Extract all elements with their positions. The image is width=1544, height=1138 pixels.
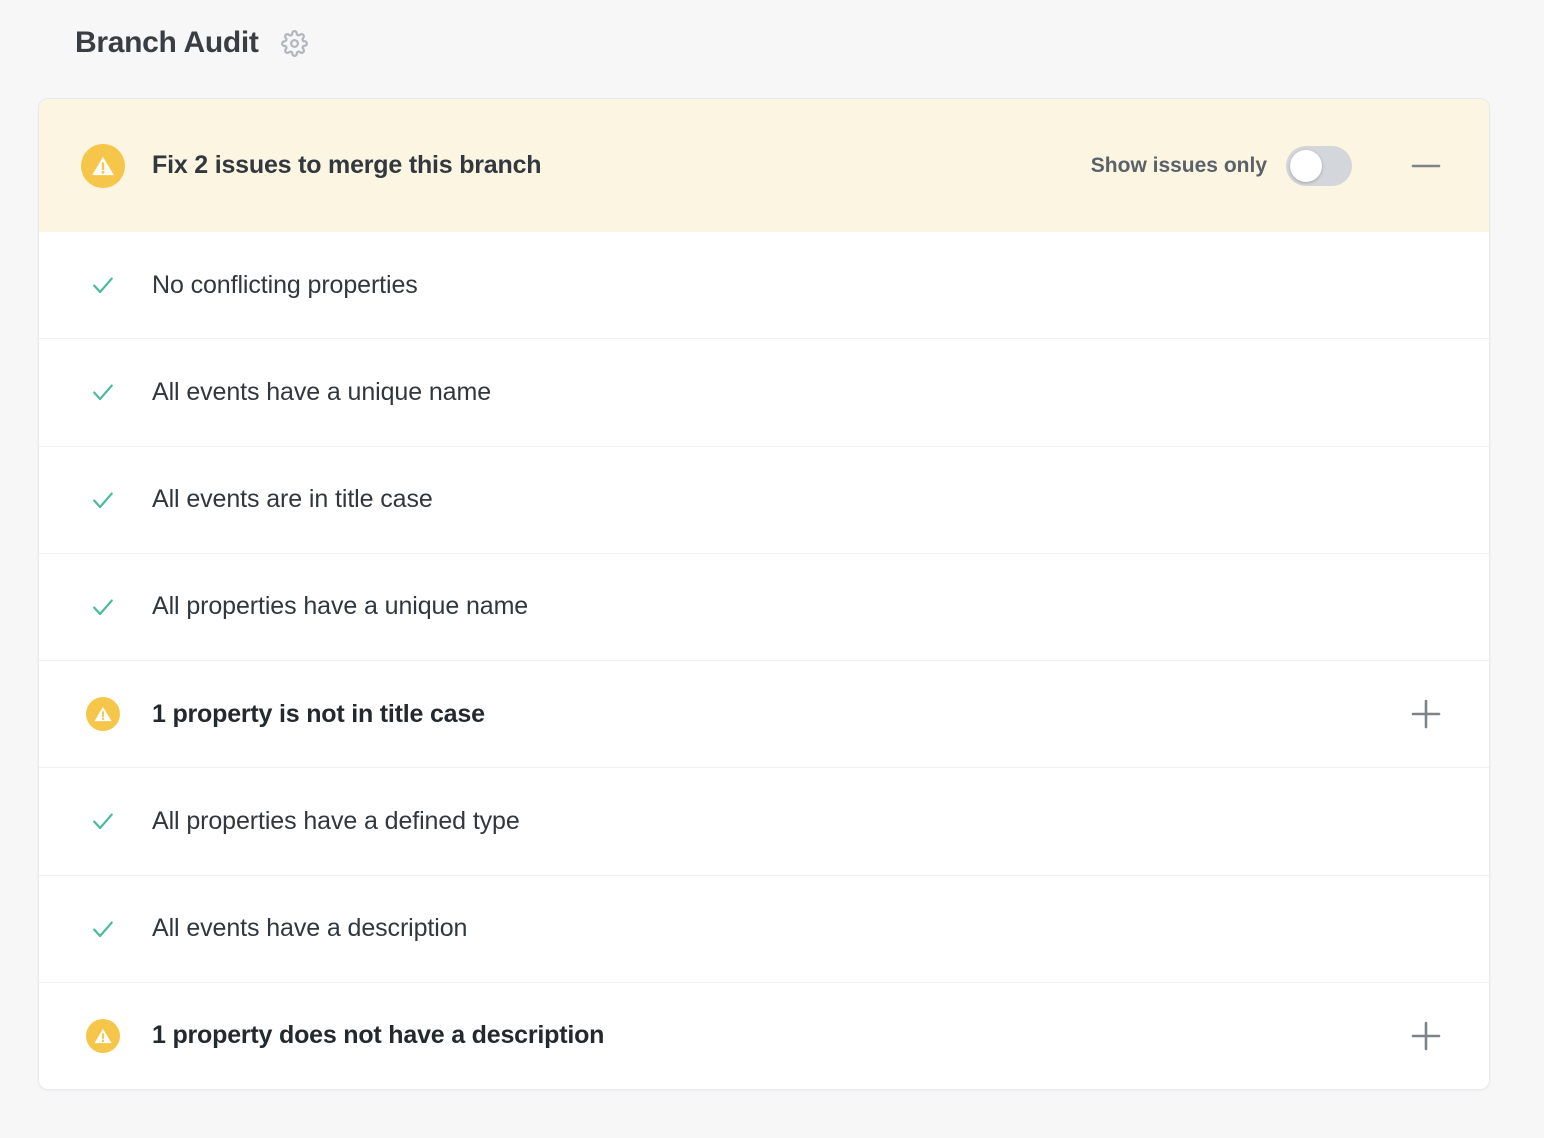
collapse-button[interactable] <box>1410 150 1442 182</box>
audit-check-label: All events have a unique name <box>152 378 491 407</box>
audit-check-row: All properties have a defined type <box>39 767 1489 874</box>
audit-check-row[interactable]: 1 property does not have a description <box>39 982 1489 1089</box>
plus-icon <box>1410 698 1442 730</box>
expand-button[interactable] <box>1410 698 1442 730</box>
branch-audit-page: Branch Audit Fix 2 issue <box>0 0 1544 1138</box>
audit-check-row: All events have a description <box>39 875 1489 982</box>
audit-check-row[interactable]: 1 property is not in title case <box>39 660 1489 767</box>
check-icon <box>89 915 117 943</box>
page-header: Branch Audit <box>75 26 308 60</box>
branch-audit-card: Fix 2 issues to merge this branch Show i… <box>38 98 1490 1090</box>
plus-icon <box>1410 1020 1442 1052</box>
audit-check-label: 1 property is not in title case <box>152 700 485 729</box>
audit-check-row: All events have a unique name <box>39 338 1489 445</box>
audit-check-row: All events are in title case <box>39 446 1489 553</box>
gear-icon <box>281 30 308 57</box>
audit-check-row: No conflicting properties <box>39 232 1489 338</box>
warning-triangle-icon <box>86 1019 120 1053</box>
warning-triangle-icon <box>86 697 120 731</box>
show-issues-only-label: Show issues only <box>1091 154 1267 178</box>
audit-check-label: 1 property does not have a description <box>152 1021 604 1050</box>
warning-triangle-icon <box>81 144 125 188</box>
audit-check-label: All properties have a unique name <box>152 592 528 621</box>
check-icon <box>89 378 117 406</box>
page-title: Branch Audit <box>75 26 259 60</box>
audit-check-label: All events have a description <box>152 914 467 943</box>
check-icon <box>89 271 117 299</box>
audit-check-label: All properties have a defined type <box>152 807 520 836</box>
settings-button[interactable] <box>281 30 308 57</box>
check-icon <box>89 486 117 514</box>
toggle-knob <box>1290 150 1322 182</box>
banner-title: Fix 2 issues to merge this branch <box>152 151 541 180</box>
minus-icon <box>1410 150 1442 182</box>
audit-check-label: No conflicting properties <box>152 271 418 300</box>
check-icon <box>89 807 117 835</box>
expand-button[interactable] <box>1410 1020 1442 1052</box>
audit-check-list: No conflicting properties <box>39 232 1489 1089</box>
show-issues-only-toggle[interactable] <box>1286 146 1352 186</box>
check-icon <box>89 593 117 621</box>
audit-check-row: All properties have a unique name <box>39 553 1489 660</box>
audit-check-label: All events are in title case <box>152 485 433 514</box>
issues-banner: Fix 2 issues to merge this branch Show i… <box>39 99 1489 232</box>
